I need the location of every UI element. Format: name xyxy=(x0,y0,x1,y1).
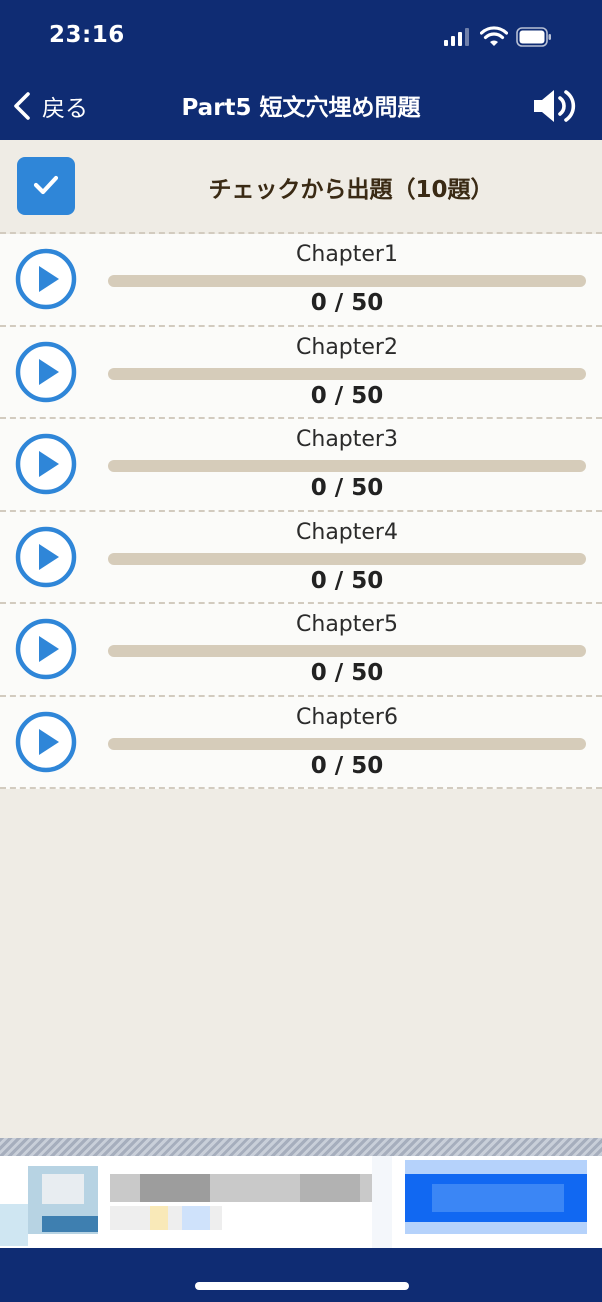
chapter-row[interactable]: Chapter4 0 / 50 xyxy=(0,511,602,604)
chapter-row[interactable]: Chapter2 0 / 50 xyxy=(0,326,602,419)
back-label: 戻る xyxy=(42,96,88,122)
chapter-name: Chapter6 xyxy=(296,704,398,730)
chapter-name: Chapter3 xyxy=(296,427,398,452)
chapter-row[interactable]: Chapter3 0 / 50 xyxy=(0,419,602,512)
chapter-progress-bar xyxy=(108,737,586,750)
chapter-list: Chapter1 0 / 50 Chapter2 0 / 50 Chapter3… xyxy=(0,232,602,789)
bottom-bar xyxy=(0,1248,602,1302)
chapter-name: Chapter1 xyxy=(296,242,398,267)
chapter-progress-bar xyxy=(108,275,586,287)
ad-image xyxy=(0,1204,28,1246)
speaker-icon[interactable] xyxy=(530,86,578,126)
play-circle-icon[interactable] xyxy=(15,341,77,403)
chapter-progress-bar xyxy=(108,367,586,380)
chapter-name: Chapter5 xyxy=(296,612,398,637)
chapter-score: 0 / 50 xyxy=(310,290,384,316)
chapter-progress-bar xyxy=(108,645,586,657)
chapter-score: 0 / 50 xyxy=(310,475,384,501)
app-header: 23:16 戻る Part5 短文穴埋め問題 xyxy=(0,0,602,140)
play-circle-icon[interactable] xyxy=(15,433,77,495)
chapter-name: Chapter2 xyxy=(296,334,398,360)
ad-divider xyxy=(0,1138,602,1156)
chapter-score: 0 / 50 xyxy=(310,382,384,409)
cellular-signal-icon xyxy=(444,28,470,46)
wifi-icon xyxy=(480,26,508,46)
chevron-left-icon xyxy=(14,92,30,120)
home-indicator[interactable] xyxy=(195,1282,409,1290)
chapter-name: Chapter4 xyxy=(296,519,398,545)
ad-banner[interactable] xyxy=(0,1156,602,1248)
battery-icon xyxy=(516,27,551,47)
play-circle-icon[interactable] xyxy=(15,618,77,680)
chapter-progress-bar xyxy=(108,460,586,472)
page-title: Part5 短文穴埋め問題 xyxy=(181,95,421,121)
chapter-score: 0 / 50 xyxy=(310,660,384,686)
status-time: 23:16 xyxy=(49,22,125,48)
play-circle-icon[interactable] xyxy=(15,711,77,773)
check-quiz-checkbox[interactable] xyxy=(17,157,75,215)
back-button[interactable]: 戻る xyxy=(10,86,88,126)
play-circle-icon[interactable] xyxy=(15,526,77,588)
chapter-progress-bar xyxy=(108,552,586,565)
chapter-score: 0 / 50 xyxy=(310,567,384,594)
checkmark-icon xyxy=(33,175,59,195)
chapter-row[interactable]: Chapter1 0 / 50 xyxy=(0,234,602,327)
check-quiz-bar: チェックから出題（10題） xyxy=(0,140,602,232)
chapter-row[interactable]: Chapter5 0 / 50 xyxy=(0,604,602,697)
play-circle-icon[interactable] xyxy=(15,248,77,310)
chapter-score: 0 / 50 xyxy=(310,752,384,779)
chapter-row[interactable]: Chapter6 0 / 50 xyxy=(0,696,602,789)
check-quiz-label[interactable]: チェックから出題（10題） xyxy=(120,170,582,204)
